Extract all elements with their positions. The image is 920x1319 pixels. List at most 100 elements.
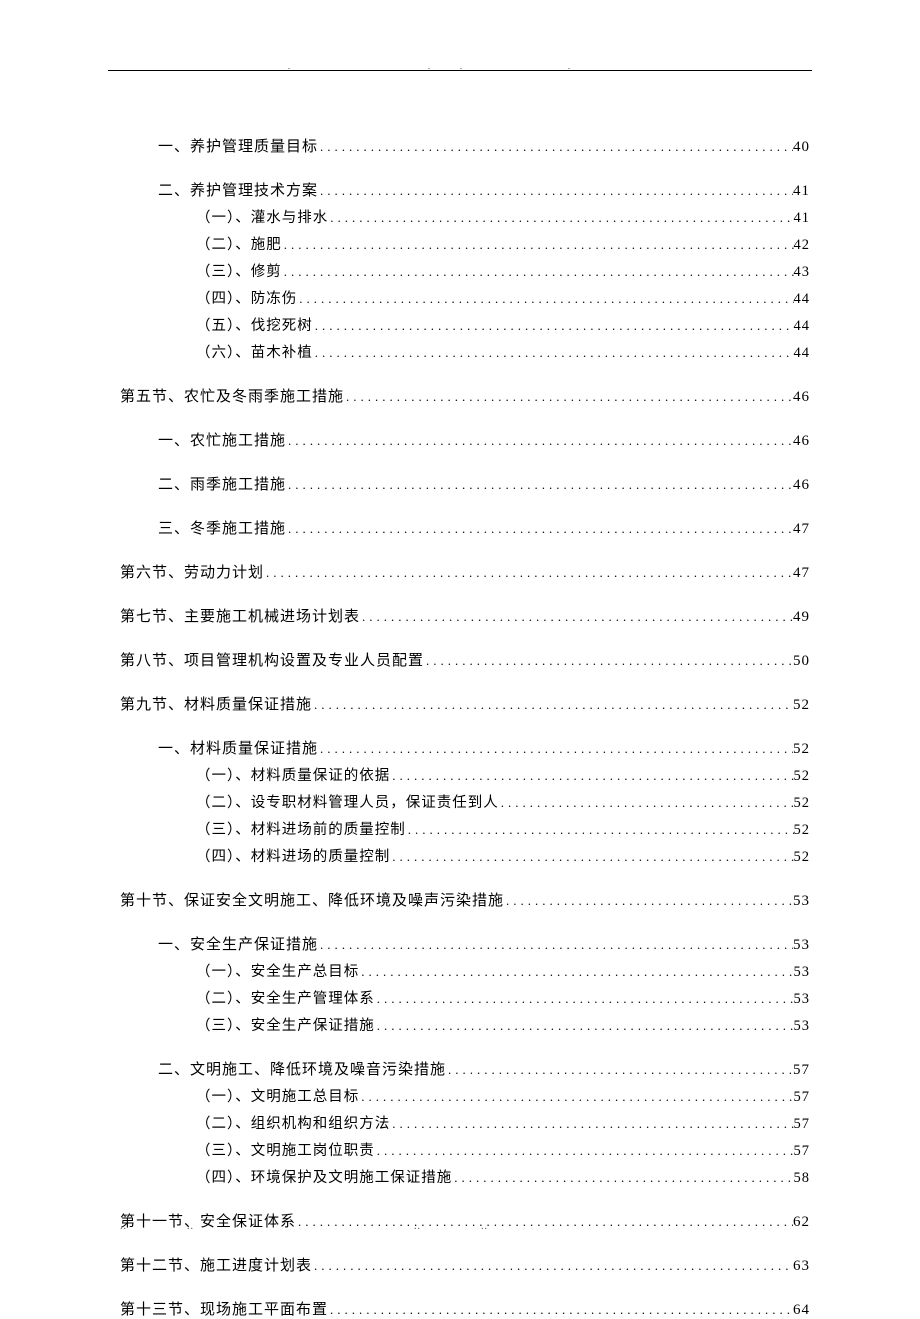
toc-entry: （五）、伐挖死树................................… bbox=[120, 314, 810, 335]
toc-page-number: 52 bbox=[794, 795, 811, 812]
toc-label: （五）、伐挖死树 bbox=[196, 314, 313, 335]
toc-label: （四）、环境保护及文明施工保证措施 bbox=[196, 1166, 452, 1187]
toc-entry: （二）、组织机构和组织方法...........................… bbox=[120, 1112, 810, 1133]
toc-label: （二）、安全生产管理体系 bbox=[196, 987, 375, 1008]
toc-label: （一）、材料质量保证的依据 bbox=[196, 764, 390, 785]
toc-page-number: 47 bbox=[793, 521, 810, 538]
toc-label: 二、雨季施工措施 bbox=[158, 473, 286, 494]
toc-leader-dots: ........................................… bbox=[446, 1062, 793, 1078]
toc-page-number: 52 bbox=[794, 768, 811, 785]
toc-page-number: 46 bbox=[793, 477, 810, 494]
toc-entry: 一、安全生产保证措施..............................… bbox=[120, 933, 810, 954]
toc-entry: 一、农忙施工措施................................… bbox=[120, 429, 810, 450]
toc-leader-dots: ........................................… bbox=[328, 210, 793, 226]
toc-leader-dots: ........................................… bbox=[318, 139, 793, 155]
toc-label: （三）、文明施工岗位职责 bbox=[196, 1139, 375, 1160]
toc-entry: （四）、材料进场的质量控制...........................… bbox=[120, 845, 810, 866]
toc-leader-dots: ........................................… bbox=[286, 477, 793, 493]
toc-label: 第十三节、现场施工平面布置 bbox=[120, 1298, 328, 1319]
toc-leader-dots: ........................................… bbox=[499, 795, 794, 811]
toc-entry: 第九节、材料质量保证措施............................… bbox=[120, 693, 810, 714]
toc-leader-dots: ........................................… bbox=[318, 183, 793, 199]
toc-leader-dots: ........................................… bbox=[313, 318, 794, 334]
toc-leader-dots: ........................................… bbox=[286, 521, 793, 537]
toc-entry: 二、养护管理技术方案..............................… bbox=[120, 179, 810, 200]
toc-label: 一、材料质量保证措施 bbox=[158, 737, 318, 758]
toc-label: 第八节、项目管理机构设置及专业人员配置 bbox=[120, 649, 424, 670]
toc-page-number: 50 bbox=[793, 653, 810, 670]
toc-entry: （一）、灌水与排水...............................… bbox=[120, 206, 810, 227]
toc-page-number: 46 bbox=[793, 433, 810, 450]
toc-label: 二、文明施工、降低环境及噪音污染措施 bbox=[158, 1058, 446, 1079]
toc-page-number: 46 bbox=[793, 389, 810, 406]
toc-label: 第五节、农忙及冬雨季施工措施 bbox=[120, 385, 344, 406]
toc-label: 第十节、保证安全文明施工、降低环境及噪声污染措施 bbox=[120, 889, 504, 910]
toc-page-number: 40 bbox=[793, 139, 810, 156]
toc-label: 第九节、材料质量保证措施 bbox=[120, 693, 312, 714]
toc-label: （四）、防冻伤 bbox=[196, 287, 297, 308]
toc-leader-dots: ........................................… bbox=[452, 1170, 793, 1186]
toc-page-number: 44 bbox=[794, 345, 811, 362]
footer-mark: .. bbox=[414, 1221, 421, 1232]
toc-label: （三）、修剪 bbox=[196, 260, 282, 281]
toc-page-number: 58 bbox=[794, 1170, 811, 1187]
toc-entry: 第六节、劳动力计划...............................… bbox=[120, 561, 810, 582]
toc-entry: （二）、设专职材料管理人员，保证责任到人....................… bbox=[120, 791, 810, 812]
toc-entry: 第七节、主要施工机械进场计划表.........................… bbox=[120, 605, 810, 626]
toc-leader-dots: ........................................… bbox=[313, 345, 794, 361]
toc-page-number: 57 bbox=[794, 1116, 811, 1133]
toc-page-number: 52 bbox=[794, 822, 811, 839]
toc-label: 第七节、主要施工机械进场计划表 bbox=[120, 605, 360, 626]
toc-page-number: 64 bbox=[793, 1302, 810, 1319]
toc-page-number: 42 bbox=[794, 237, 811, 254]
toc-leader-dots: ........................................… bbox=[328, 1302, 793, 1318]
toc-label: 第十二节、施工进度计划表 bbox=[120, 1254, 312, 1275]
footer-mark: .. bbox=[120, 1221, 127, 1232]
toc-entry: （二）、施肥..................................… bbox=[120, 233, 810, 254]
toc-page-number: 52 bbox=[793, 741, 810, 758]
toc-page-number: 44 bbox=[794, 318, 811, 335]
toc-entry: （三）、安全生产保证措施............................… bbox=[120, 1014, 810, 1035]
toc-label: （一）、灌水与排水 bbox=[196, 206, 328, 227]
header-rule bbox=[108, 70, 812, 71]
toc-label: 一、农忙施工措施 bbox=[158, 429, 286, 450]
toc-leader-dots: ........................................… bbox=[375, 1018, 794, 1034]
toc-page-number: 52 bbox=[793, 697, 810, 714]
toc-entry: （一）、文明施工总目标.............................… bbox=[120, 1085, 810, 1106]
toc-page-number: 41 bbox=[794, 210, 811, 227]
toc-page-number: 57 bbox=[794, 1143, 811, 1160]
toc-entry: （四）、环境保护及文明施工保证措施.......................… bbox=[120, 1166, 810, 1187]
toc-label: 二、养护管理技术方案 bbox=[158, 179, 318, 200]
toc-page-number: 53 bbox=[793, 893, 810, 910]
toc-leader-dots: ........................................… bbox=[282, 237, 794, 253]
toc-leader-dots: ........................................… bbox=[359, 964, 793, 980]
toc-label: （二）、设专职材料管理人员，保证责任到人 bbox=[196, 791, 499, 812]
toc-leader-dots: ........................................… bbox=[390, 768, 793, 784]
toc-leader-dots: ........................................… bbox=[375, 1143, 794, 1159]
toc-leader-dots: ........................................… bbox=[344, 389, 793, 405]
toc-entry: 第八节、项目管理机构设置及专业人员配置.....................… bbox=[120, 649, 810, 670]
toc-leader-dots: ........................................… bbox=[318, 741, 793, 757]
toc-entry: 第十三节、现场施工平面布置...........................… bbox=[120, 1298, 810, 1319]
toc-page-number: 53 bbox=[794, 1018, 811, 1035]
toc-page-number: 43 bbox=[794, 264, 811, 281]
toc-leader-dots: ........................................… bbox=[286, 433, 793, 449]
toc-leader-dots: ........................................… bbox=[297, 291, 793, 307]
toc-entry: （三）、材料进场前的质量控制..........................… bbox=[120, 818, 810, 839]
toc-label: （一）、安全生产总目标 bbox=[196, 960, 359, 981]
footer-mark: .. bbox=[481, 1221, 488, 1232]
toc-entry: 一、材料质量保证措施..............................… bbox=[120, 737, 810, 758]
toc-label: （四）、材料进场的质量控制 bbox=[196, 845, 390, 866]
header-dotted-marks: . .. . bbox=[108, 62, 812, 68]
toc-entry: 第五节、农忙及冬雨季施工措施..........................… bbox=[120, 385, 810, 406]
toc-entry: （六）、苗木补植................................… bbox=[120, 341, 810, 362]
toc-label: 三、冬季施工措施 bbox=[158, 517, 286, 538]
toc-leader-dots: ........................................… bbox=[264, 565, 793, 581]
toc-leader-dots: ........................................… bbox=[359, 1089, 793, 1105]
toc-label: （三）、材料进场前的质量控制 bbox=[196, 818, 406, 839]
toc-entry: （三）、修剪..................................… bbox=[120, 260, 810, 281]
toc-entry: （一）、材料质量保证的依据...........................… bbox=[120, 764, 810, 785]
toc-entry: 第十节、保证安全文明施工、降低环境及噪声污染措施................… bbox=[120, 889, 810, 910]
toc-leader-dots: ........................................… bbox=[390, 849, 793, 865]
toc-page-number: 57 bbox=[794, 1089, 811, 1106]
